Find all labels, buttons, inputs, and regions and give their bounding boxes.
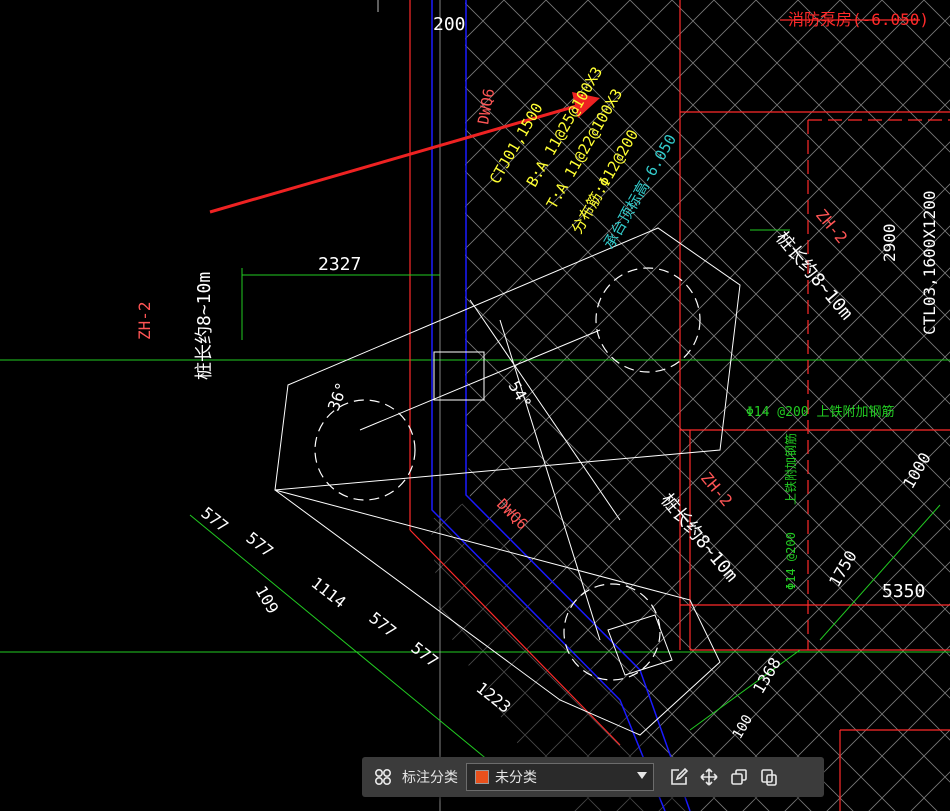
dim-577d: 577 [408, 638, 442, 671]
rebar-vert-2: Φ14 @200 [784, 532, 798, 590]
category-select[interactable]: 未分类 [466, 763, 654, 791]
dim-5350: 5350 [882, 581, 925, 602]
ctl-label: CTL03,1600X1200 [920, 191, 939, 336]
zh-left: ZH-2 [135, 301, 154, 340]
move-icon[interactable] [694, 762, 724, 792]
dim-577b: 577 [243, 528, 277, 561]
dim-200: 200 [433, 14, 466, 35]
copy-icon[interactable] [724, 762, 754, 792]
pile-left: 桩长约8~10m [194, 272, 215, 380]
category-select-value: 未分类 [495, 769, 537, 785]
edit-icon[interactable] [664, 762, 694, 792]
dim-1114: 1114 [308, 573, 350, 612]
paste-icon[interactable] [754, 762, 784, 792]
grid-apps-icon[interactable] [368, 762, 398, 792]
dim-577c: 577 [366, 608, 400, 641]
dim-2327: 2327 [318, 254, 361, 275]
category-color-swatch [475, 770, 489, 784]
room-title: 消防泵房(-6.050) [788, 10, 929, 29]
chevron-down-icon [637, 772, 647, 779]
dim-577a: 577 [198, 503, 232, 536]
dim-2900: 2900 [880, 223, 899, 262]
annotation-toolbar: 标注分类 未分类 [362, 757, 824, 797]
category-label: 标注分类 [402, 769, 458, 785]
angle-36: 36° [324, 380, 352, 414]
cad-drawing-canvas[interactable]: 消防泵房(-6.050) 200 2327 2900 CTL03,1600X12… [0, 0, 950, 811]
rebar-top: Φ14 @200 上铁附加钢筋 [746, 404, 894, 420]
rebar-vert-1: 上铁附加钢筋 [783, 433, 798, 505]
